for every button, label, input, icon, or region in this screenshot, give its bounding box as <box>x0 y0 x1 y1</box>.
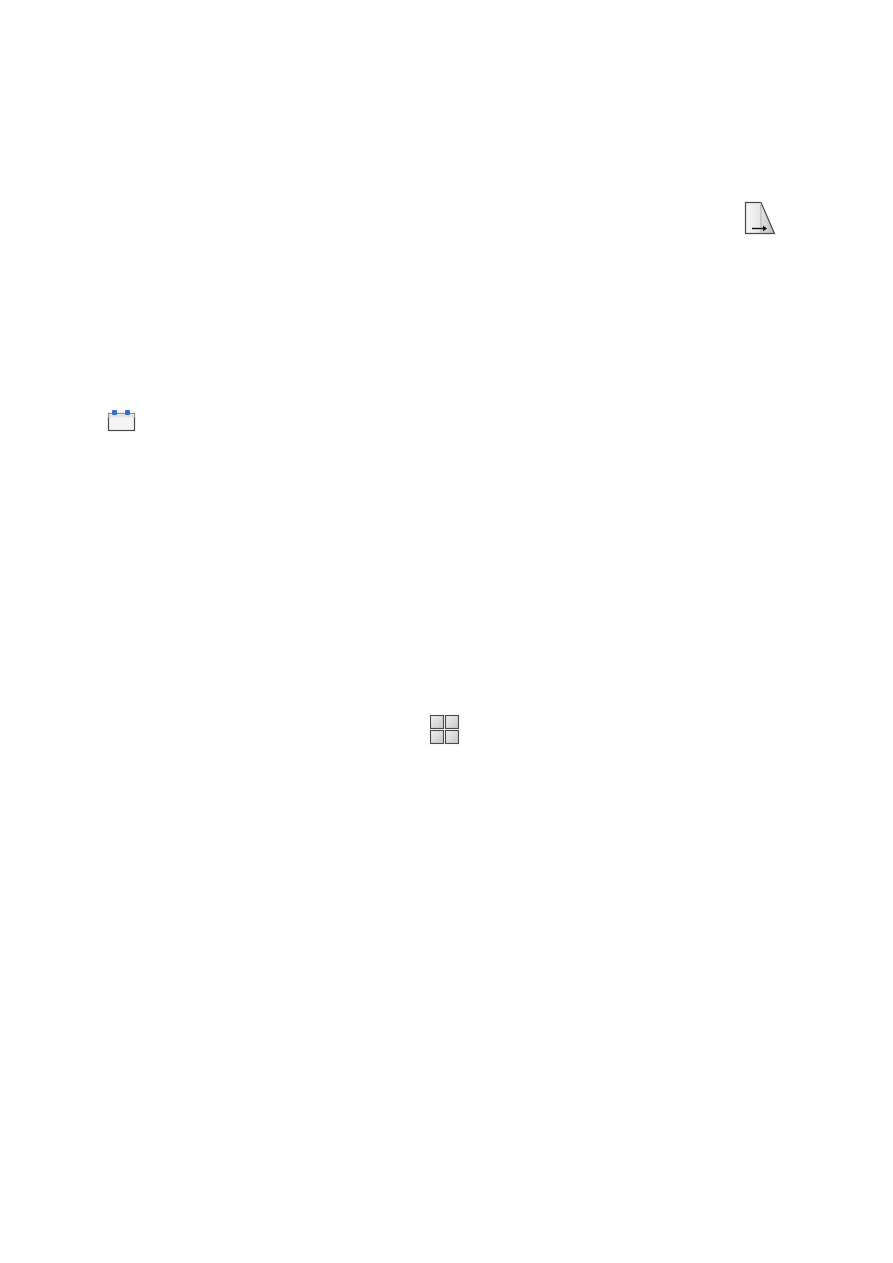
layout-tab-icon[interactable] <box>106 407 137 433</box>
document-page <box>0 0 893 1263</box>
four-viewports-icon[interactable] <box>428 713 461 746</box>
page-export-icon[interactable] <box>743 200 777 236</box>
